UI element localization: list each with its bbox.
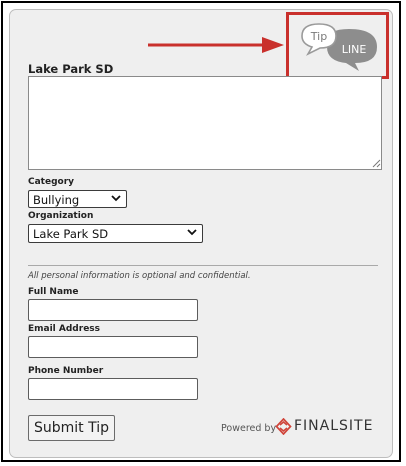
organization-label: Organization	[28, 211, 94, 221]
category-select[interactable]: Bullying	[28, 190, 127, 208]
email-input[interactable]	[28, 336, 198, 358]
resize-grip-icon[interactable]	[372, 159, 381, 168]
callout-arrow	[148, 37, 284, 53]
finalsite-logo-icon	[275, 418, 292, 435]
logo-line-text: LINE	[342, 43, 367, 56]
full-name-label: Full Name	[28, 287, 79, 297]
form-title: Lake Park SD	[28, 62, 114, 76]
full-name-input[interactable]	[28, 299, 198, 321]
organization-select[interactable]: Lake Park SD	[28, 224, 203, 243]
chevron-down-icon	[187, 229, 197, 236]
category-label: Category	[28, 177, 75, 187]
logo-tip-text: Tip	[310, 30, 327, 43]
organization-selected-value: Lake Park SD	[33, 227, 109, 241]
phone-input[interactable]	[28, 378, 198, 400]
phone-label: Phone Number	[28, 366, 104, 376]
tipline-logo: Tip LINE	[301, 23, 377, 71]
email-label: Email Address	[28, 324, 101, 334]
privacy-note: All personal information is optional and…	[28, 271, 251, 281]
tip-message-textarea[interactable]	[28, 76, 382, 170]
powered-by-text: Powered by	[221, 423, 277, 434]
submit-tip-button[interactable]: Submit Tip	[28, 415, 115, 441]
section-divider	[28, 265, 378, 266]
chevron-down-icon	[111, 195, 121, 202]
finalsite-brand-name: FINALSITE	[294, 418, 374, 434]
category-selected-value: Bullying	[33, 193, 80, 207]
